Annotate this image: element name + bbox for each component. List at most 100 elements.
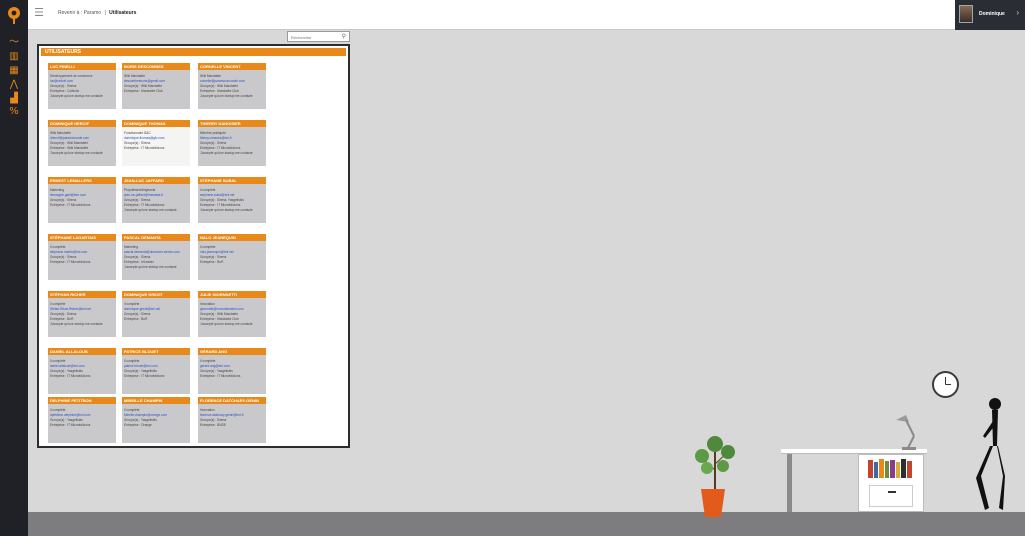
app-logo-icon[interactable] — [6, 6, 22, 24]
user-email-link[interactable]: dhercif@paramovonde.com — [50, 136, 89, 140]
user-card[interactable]: JEAN-LUC JAFFARD Propriétaire/dirigeante j… — [122, 177, 190, 223]
user-card[interactable]: DOMINIQUE GREZIT Il complète dominique.gre… — [122, 291, 190, 337]
user-detail: Entreprise : IT Microédicions — [124, 374, 165, 378]
user-card-header: MIREILLE CHAMPIN — [122, 397, 190, 404]
building-icon[interactable]: ▥ — [8, 52, 20, 62]
user-detail: Groupe(s) : Sirena — [200, 255, 227, 259]
user-card[interactable]: LUC PINELLI Développement de commerce luc@… — [48, 63, 116, 109]
user-card[interactable]: DANIEL ALLALOUB Il complète daniel.allalou… — [48, 348, 116, 394]
search-input[interactable] — [291, 33, 336, 41]
trend-icon[interactable]: ⋀ — [8, 80, 20, 90]
user-detail: Marketing — [124, 245, 138, 249]
user-detail: Entreprise : Orange — [124, 423, 152, 427]
user-email-link[interactable]: daniel.allaloub@bnl.com — [50, 364, 85, 368]
user-card[interactable]: PATRICE BLOUET Il complète patrice.blouet@… — [122, 348, 190, 394]
calculator-icon[interactable]: ▦ — [8, 66, 20, 76]
user-email-link[interactable]: descombesboris@gmail.com — [124, 79, 165, 83]
user-card[interactable]: STÉPHANE LAGARTAIS Il complète stephane.ma… — [48, 234, 116, 280]
user-card-header: DOMINIQUE THOMAS — [122, 120, 190, 127]
user-detail: Entreprise : IT Microédicions — [200, 146, 241, 150]
user-card-header: PATRICE BLOUET — [122, 348, 190, 355]
user-email-link[interactable]: giornnetti@innovationsbnl.com — [200, 307, 244, 311]
user-detail: Groupe(s) : Yasgelisbis — [50, 369, 83, 373]
user-card[interactable]: BORIS DESCOMBES Wiki Mandatée descombesbor… — [122, 63, 190, 109]
user-card[interactable]: DOMINIQUE HERCIF Wiki Mandatée dhercif@par… — [48, 120, 116, 166]
user-email-link[interactable]: luc@velicel.com — [50, 79, 73, 83]
user-card-header: ERNEST LEMALLERS — [48, 177, 116, 184]
user-card[interactable]: STÉPHANE SUBAL Il complète stephane.subal@… — [198, 177, 266, 223]
user-card[interactable]: DOMINIQUE THOMAS Fonctionnaire B&C dominiq… — [122, 120, 190, 166]
user-name: CORNELLE VINCENT — [200, 64, 241, 69]
user-detail: Wiki Mandatée — [200, 74, 222, 78]
user-name: GÉRARD ANG — [200, 349, 228, 354]
user-card[interactable]: JULIE GIORNNETTI Innovation giornnetti@inn… — [198, 291, 266, 337]
user-email-link[interactable]: dominique.thomas@gfc.com — [124, 136, 164, 140]
desk-leg — [787, 454, 792, 512]
user-card[interactable]: GÉRARD ANG Il complète gerard.ang@bnl.com G… — [198, 348, 266, 394]
user-email-link[interactable]: florence.datchary-genin@bnl.fr — [200, 413, 244, 417]
user-detail: Entreprise : BuR — [200, 260, 224, 264]
user-name: STÉPHAN RICHER — [50, 292, 86, 297]
percent-icon[interactable]: % — [8, 107, 20, 117]
user-detail: Développement de commerce — [50, 74, 93, 78]
user-detail: Groupe(s) : Sirena — [50, 84, 77, 88]
user-card[interactable]: NALO JEANEQUIN Il complète nalo.jeanequin@… — [198, 234, 266, 280]
user-card[interactable]: PASCAL DEMANTA Marketing pascal.demanta@ub… — [122, 234, 190, 280]
user-detail: Groupe(s) : Yasgelisbis — [124, 418, 157, 422]
user-card[interactable]: CORNELLE VINCENT Wiki Mandatée cornelle@pa… — [198, 63, 266, 109]
chart-line-icon[interactable]: 〜 — [8, 38, 20, 48]
user-email-link[interactable]: dpetitbon.delphine@bnl.com — [50, 413, 90, 417]
user-card-header: GÉRARD ANG — [198, 348, 266, 355]
breadcrumb-back-link[interactable]: Revenir à : Paramo — [58, 10, 101, 16]
person-silhouette-icon — [976, 398, 1005, 510]
user-email-link[interactable]: jean-luc.jaffard@menatas.fr — [124, 193, 163, 197]
user-detail: Membre pratiquée — [200, 131, 226, 135]
user-email-link[interactable]: thierry.cimanes@bnl.fr — [200, 136, 232, 140]
user-card-header: CORNELLE VINCENT — [198, 63, 266, 70]
user-name: NALO JEANEQUIN — [200, 235, 236, 240]
chevron-right-icon[interactable]: › — [1016, 8, 1019, 17]
hamburger-icon[interactable]: ☰ — [32, 6, 46, 20]
user-detail: J'accepte qu'une startup me contacte — [200, 208, 253, 212]
floor — [28, 512, 1025, 536]
user-email-link[interactable]: gerard.ang@bnl.com — [200, 364, 230, 368]
user-name: MIREILLE CHAMPIN — [124, 398, 163, 403]
user-card[interactable]: ERNEST LEMALLERS Marketing lemacgeb.gael@i… — [48, 177, 116, 223]
user-detail: Entreprise : IT Microédicions — [50, 203, 91, 207]
user-card[interactable]: FLORENCE DATCHARY-GENIN Innovation florenc… — [198, 397, 266, 443]
user-email-link[interactable]: dominique.grezit@bnl.net — [124, 307, 160, 311]
user-detail: Innovation — [200, 302, 215, 306]
user-card[interactable]: DELPHINE PETITBON Il complète dpetitbon.de… — [48, 397, 116, 443]
user-email-link[interactable]: nalo.jeanequin@bnl.net — [200, 250, 234, 254]
user-email-link[interactable]: pascal.demanta@uboviorer.clerics.com — [124, 250, 180, 254]
user-detail: Propriétaire/dirigeante — [124, 188, 156, 192]
user-detail: Il complète — [200, 188, 216, 192]
bar-chart-icon[interactable]: ▟ — [8, 94, 20, 104]
user-name: STÉPHANE SUBAL — [200, 178, 237, 183]
user-detail: Groupe(s) : Sirena — [50, 198, 77, 202]
user-email-link[interactable]: lemacgeb.gael@ibm.com — [50, 193, 86, 197]
user-email-link[interactable]: Stefan.Rikus.Richer@bnl.net — [50, 307, 91, 311]
user-email-link[interactable]: patrice.blouet@bnl.com — [124, 364, 158, 368]
user-detail: Groupe(s) : Wiki Mandatée — [124, 84, 163, 88]
user-detail: Entreprise : IT Microédicions — [124, 146, 165, 150]
user-card-header: DOMINIQUE GREZIT — [122, 291, 190, 298]
user-detail: J'accepte qu'une startup me contacte — [50, 94, 103, 98]
user-name: DELPHINE PETITBON — [50, 398, 92, 403]
user-detail: Marketing — [50, 188, 64, 192]
user-email-link[interactable]: stephane.subal@bnl.net — [200, 193, 234, 197]
user-name: LUC PINELLI — [50, 64, 75, 69]
user-card[interactable]: STÉPHAN RICHER Il complète Stefan.Rikus.Ri… — [48, 291, 116, 337]
user-detail: J'accepte qu'une startup me contacte — [50, 322, 103, 326]
user-detail: Groupe(s) : Sirena — [124, 141, 151, 145]
user-email-link[interactable]: cornelle@paramovinconde.com — [200, 79, 245, 83]
user-menu[interactable]: Dominique › — [955, 0, 1025, 30]
user-card[interactable]: MIREILLE CHAMPIN Il complète Mireille.cham… — [122, 397, 190, 443]
user-name: BORIS DESCOMBES — [124, 64, 164, 69]
top-bar: ☰ Revenir à : Paramo | Utilisateurs Domi… — [28, 0, 1025, 30]
user-email-link[interactable]: stephane.martin@bnl.com — [50, 250, 87, 254]
user-card[interactable]: THIERRY DANOISIER Membre pratiquée thierry… — [198, 120, 266, 166]
search-icon[interactable]: ⚲ — [342, 33, 346, 41]
clock-icon — [932, 371, 959, 398]
user-email-link[interactable]: Mireille.champin@orange.com — [124, 413, 167, 417]
